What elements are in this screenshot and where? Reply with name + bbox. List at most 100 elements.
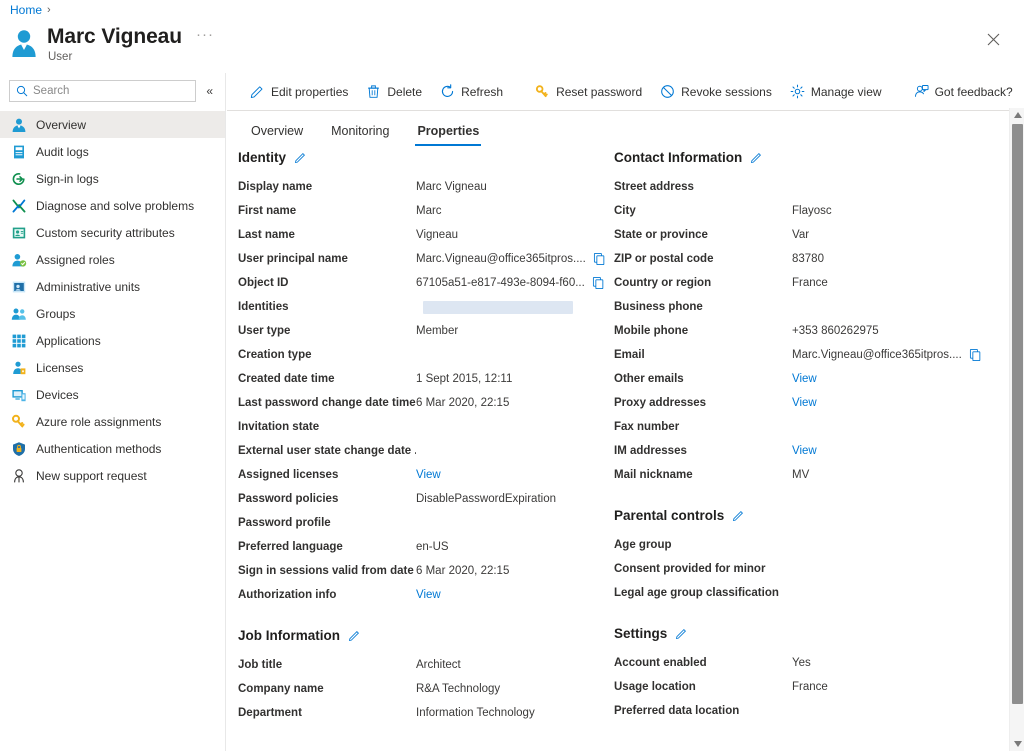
property-label: Business phone xyxy=(614,301,792,313)
property-label: Assigned licenses xyxy=(238,469,416,481)
sidebar-item-licenses[interactable]: Licenses xyxy=(0,354,225,381)
tab-bar: OverviewMonitoringProperties xyxy=(227,112,493,146)
scroll-down-icon[interactable] xyxy=(1010,737,1024,751)
section-label: Settings xyxy=(614,626,667,641)
property-value[interactable]: View xyxy=(792,445,817,457)
sidebar-item-assigned-roles[interactable]: Assigned roles xyxy=(0,246,225,273)
block-icon xyxy=(660,84,675,99)
tab-monitoring[interactable]: Monitoring xyxy=(317,124,403,146)
sidebar: Search « OverviewAudit logsSign-in logsD… xyxy=(0,73,226,751)
scrollbar-thumb[interactable] xyxy=(1012,124,1023,704)
sidebar-item-azure-role-assignments[interactable]: Azure role assignments xyxy=(0,408,225,435)
wrench-icon xyxy=(11,198,27,214)
property-row: Authorization infoView xyxy=(238,583,608,607)
property-value: Member xyxy=(416,325,458,337)
edit-properties-button[interactable]: Edit properties xyxy=(241,77,357,107)
property-value: Marc xyxy=(416,205,442,217)
command-label: Edit properties xyxy=(271,85,348,99)
sidebar-item-audit-logs[interactable]: Audit logs xyxy=(0,138,225,165)
property-row: Assigned licensesView xyxy=(238,463,608,487)
refresh-button[interactable]: Refresh xyxy=(431,77,512,107)
got-feedback-button[interactable]: Got feedback? xyxy=(905,77,1022,107)
search-input[interactable]: Search xyxy=(9,80,196,102)
property-value-cell: Marc.Vigneau@office365itpros.... xyxy=(792,348,983,362)
support-icon xyxy=(11,468,27,484)
property-label: Creation type xyxy=(238,349,416,361)
property-value[interactable]: View xyxy=(792,373,817,385)
section-label: Job Information xyxy=(238,628,340,643)
scroll-up-icon[interactable] xyxy=(1010,108,1024,122)
gear-icon xyxy=(790,84,805,99)
sidebar-item-label: New support request xyxy=(36,469,147,483)
property-row: Creation type xyxy=(238,343,608,367)
collapse-sidebar-button[interactable]: « xyxy=(202,84,217,98)
sidebar-item-applications[interactable]: Applications xyxy=(0,327,225,354)
sidebar-item-administrative-units[interactable]: Administrative units xyxy=(0,273,225,300)
applications-icon xyxy=(11,333,27,349)
property-value-cell: en-US xyxy=(416,541,449,553)
property-label: Invitation state xyxy=(238,421,416,433)
sidebar-item-overview[interactable]: Overview xyxy=(0,111,225,138)
revoke-sessions-button[interactable]: Revoke sessions xyxy=(651,77,781,107)
sidebar-item-groups[interactable]: Groups xyxy=(0,300,225,327)
close-icon[interactable] xyxy=(982,28,1004,50)
property-value[interactable]: View xyxy=(792,397,817,409)
edit-parental-controls-icon[interactable] xyxy=(732,509,745,522)
copy-icon[interactable] xyxy=(592,276,606,290)
delete-button[interactable]: Delete xyxy=(357,77,431,107)
property-value-cell xyxy=(416,301,573,314)
left-column: Identity Display nameMarc VigneauFirst n… xyxy=(238,150,608,725)
property-value-cell: View xyxy=(416,469,441,481)
property-label: Sign in sessions valid from date ... xyxy=(238,565,416,577)
property-value: 6 Mar 2020, 22:15 xyxy=(416,397,509,409)
property-row: Company nameR&A Technology xyxy=(238,677,608,701)
admin-units-icon xyxy=(11,279,27,295)
property-value: Yes xyxy=(792,657,811,669)
sidebar-item-new-support-request[interactable]: New support request xyxy=(0,462,225,489)
section-label: Identity xyxy=(238,150,286,165)
assigned-roles-icon xyxy=(11,252,27,268)
sidebar-item-label: Overview xyxy=(36,118,86,132)
tab-overview[interactable]: Overview xyxy=(237,124,317,146)
edit-contact-information-icon[interactable] xyxy=(750,151,763,164)
property-value[interactable]: View xyxy=(416,469,441,481)
property-label: Object ID xyxy=(238,277,416,289)
sidebar-item-diagnose-and-solve-problems[interactable]: Diagnose and solve problems xyxy=(0,192,225,219)
property-value[interactable]: View xyxy=(416,589,441,601)
sidebar-item-label: Devices xyxy=(36,388,79,402)
redacted-value xyxy=(423,301,573,314)
copy-icon[interactable] xyxy=(593,252,607,266)
sidebar-item-sign-in-logs[interactable]: Sign-in logs xyxy=(0,165,225,192)
section-label: Parental controls xyxy=(614,508,724,523)
property-value: Architect xyxy=(416,659,461,671)
property-label: Other emails xyxy=(614,373,792,385)
tab-properties[interactable]: Properties xyxy=(403,124,493,146)
sidebar-item-devices[interactable]: Devices xyxy=(0,381,225,408)
reset-password-button[interactable]: Reset password xyxy=(526,77,651,107)
edit-identity-icon[interactable] xyxy=(294,151,307,164)
property-label: Password policies xyxy=(238,493,416,505)
copy-icon[interactable] xyxy=(969,348,983,362)
sidebar-item-custom-security-attributes[interactable]: Custom security attributes xyxy=(0,219,225,246)
property-label: State or province xyxy=(614,229,792,241)
edit-settings-icon[interactable] xyxy=(675,627,688,640)
more-options-button[interactable]: ··· xyxy=(196,28,214,47)
property-row: Created date time1 Sept 2015, 12:11 xyxy=(238,367,608,391)
edit-job-information-icon[interactable] xyxy=(348,629,361,642)
property-row: Country or regionFrance xyxy=(614,271,1012,295)
avatar xyxy=(10,28,38,58)
property-label: Mail nickname xyxy=(614,469,792,481)
vertical-scrollbar[interactable] xyxy=(1009,108,1024,751)
breadcrumb-home[interactable]: Home xyxy=(10,3,42,17)
property-row: Sign in sessions valid from date ...6 Ma… xyxy=(238,559,608,583)
rows-job-information: Job titleArchitectCompany nameR&A Techno… xyxy=(238,653,608,725)
property-row: Preferred data location xyxy=(614,699,1012,723)
property-value: DisablePasswordExpiration xyxy=(416,493,556,505)
spacer xyxy=(614,487,1012,508)
feedback-icon xyxy=(914,84,929,99)
property-row: Identities xyxy=(238,295,608,319)
manage-view-button[interactable]: Manage view xyxy=(781,77,891,107)
property-row: Fax number xyxy=(614,415,1012,439)
sidebar-item-authentication-methods[interactable]: Authentication methods xyxy=(0,435,225,462)
property-row: Password policiesDisablePasswordExpirati… xyxy=(238,487,608,511)
